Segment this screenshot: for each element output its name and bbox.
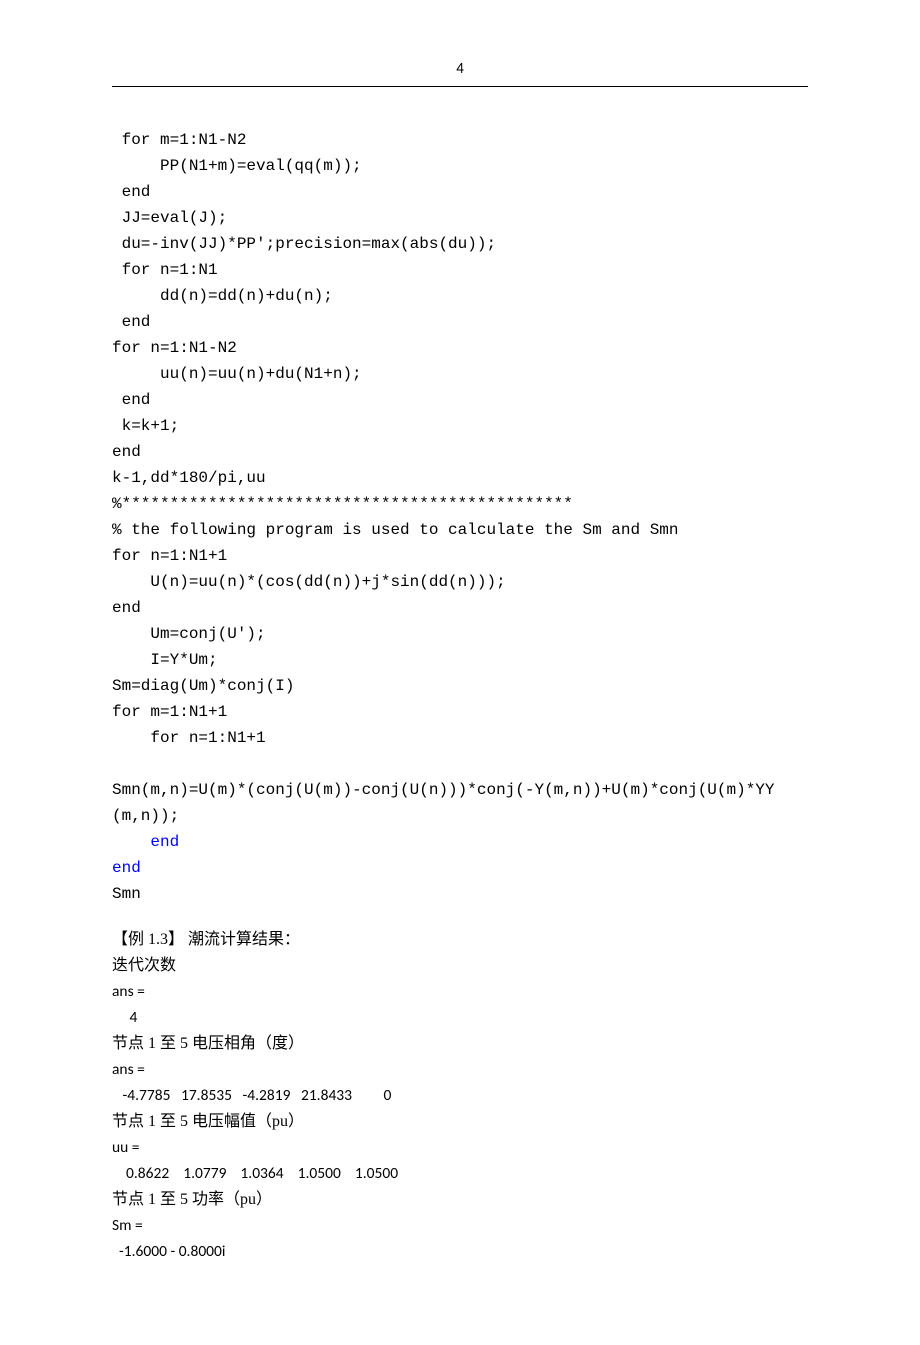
code-line: PP(N1+m)=eval(qq(m)); — [112, 157, 362, 175]
power-label: 节点 1 至 5 功率（pu） — [112, 1187, 808, 1213]
code-line: Smn(m,n)=U(m)*(conj(U(m))-conj(U(n)))*co… — [112, 781, 775, 799]
code-line: for n=1:N1-N2 — [112, 339, 237, 357]
header-rule — [112, 86, 808, 87]
voltage-angle-values: -4.7785 17.8535 -4.2819 21.8433 0 — [112, 1083, 808, 1109]
code-keyword-end: end — [112, 859, 141, 877]
code-line: Smn — [112, 885, 141, 903]
code-line: for n=1:N1+1 — [112, 729, 266, 747]
uu-label: uu = — [112, 1135, 808, 1161]
code-line: Sm=diag(Um)*conj(I) — [112, 677, 294, 695]
code-line: U(n)=uu(n)*(cos(dd(n))+j*sin(dd(n))); — [112, 573, 506, 591]
code-line: end — [112, 443, 141, 461]
sm-value: -1.6000 - 0.8000i — [112, 1239, 808, 1265]
code-line: du=-inv(JJ)*PP';precision=max(abs(du)); — [112, 235, 496, 253]
code-line: for m=1:N1-N2 — [112, 131, 246, 149]
sm-label: Sm = — [112, 1213, 808, 1239]
code-line: Um=conj(U'); — [112, 625, 266, 643]
code-line: % the following program is used to calcu… — [112, 521, 679, 539]
code-line: for n=1:N1 — [112, 261, 218, 279]
code-line: for n=1:N1+1 — [112, 547, 227, 565]
code-line: end — [112, 183, 150, 201]
code-line: (m,n)); — [112, 807, 179, 825]
code-line: %***************************************… — [112, 495, 573, 513]
iteration-count-value: 4 — [112, 1005, 808, 1031]
code-line: dd(n)=dd(n)+du(n); — [112, 287, 333, 305]
ans-label: ans = — [112, 979, 808, 1005]
code-block: for m=1:N1-N2 PP(N1+m)=eval(qq(m)); end … — [112, 101, 808, 907]
results-title: 【例 1.3】 潮流计算结果： — [112, 927, 808, 953]
document-page: 4 for m=1:N1-N2 PP(N1+m)=eval(qq(m)); en… — [0, 0, 920, 1345]
page-number: 4 — [112, 60, 808, 78]
code-line: end — [112, 391, 150, 409]
voltage-angle-label: 节点 1 至 5 电压相角（度） — [112, 1031, 808, 1057]
code-line: end — [112, 599, 141, 617]
code-line: uu(n)=uu(n)+du(N1+n); — [112, 365, 362, 383]
code-line: k-1,dd*180/pi,uu — [112, 469, 266, 487]
code-line: end — [112, 313, 150, 331]
voltage-magnitude-label: 节点 1 至 5 电压幅值（pu） — [112, 1109, 808, 1135]
code-line: I=Y*Um; — [112, 651, 218, 669]
voltage-magnitude-values: 0.8622 1.0779 1.0364 1.0500 1.0500 — [112, 1161, 808, 1187]
code-line: for m=1:N1+1 — [112, 703, 227, 721]
spacer — [112, 907, 808, 927]
code-line: k=k+1; — [112, 417, 179, 435]
code-line — [112, 833, 150, 851]
code-line: JJ=eval(J); — [112, 209, 227, 227]
code-keyword-end: end — [150, 833, 179, 851]
iteration-count-label: 迭代次数 — [112, 953, 808, 979]
ans-label: ans = — [112, 1057, 808, 1083]
